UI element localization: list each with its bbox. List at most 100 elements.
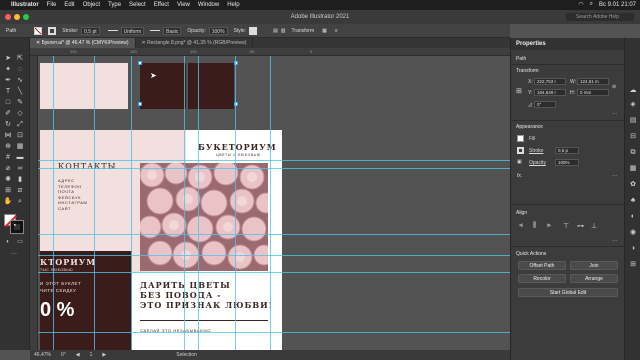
recolor-button[interactable]: Recolor: [518, 274, 566, 283]
guide-vertical[interactable]: [184, 56, 185, 350]
align-bottom-icon[interactable]: ⊥: [591, 222, 597, 230]
opacity-field[interactable]: 100%: [208, 26, 228, 35]
edit-toolbar-icon[interactable]: ···: [9, 250, 19, 259]
free-transform-tool-icon[interactable]: ⊡: [15, 131, 25, 140]
contacts-title[interactable]: КОНТАКТЫ: [58, 162, 117, 171]
shape-builder-tool-icon[interactable]: ⊕: [3, 142, 13, 151]
variable-width-dropdown[interactable]: Uniform: [120, 26, 145, 35]
gradient-tool-icon[interactable]: ▬: [15, 153, 25, 162]
align-more-icon[interactable]: ···: [612, 238, 617, 244]
zoom-level[interactable]: 46,47%: [34, 352, 51, 358]
tab-rectangle[interactable]: ✕ Rectangle 8.png* @ 41,35 % (RGB/Previe…: [136, 38, 254, 48]
angle-field[interactable]: 0°: [534, 101, 556, 108]
guide-horizontal[interactable]: [38, 255, 510, 256]
stroke-color-box[interactable]: [10, 220, 24, 234]
artboard-tool-icon[interactable]: ⊞: [3, 186, 13, 195]
guide-vertical[interactable]: [270, 56, 271, 350]
menu-select[interactable]: Select: [129, 2, 146, 8]
scale-tool-icon[interactable]: ⤢: [15, 120, 25, 129]
fill-label[interactable]: Fill: [529, 136, 535, 142]
menu-edit[interactable]: Edit: [64, 2, 74, 8]
opacity-panel-field[interactable]: 100%: [555, 159, 579, 166]
align-vcenter-icon[interactable]: ⊶: [577, 222, 584, 230]
align-icon-2[interactable]: ▥: [281, 28, 286, 34]
menu-file[interactable]: File: [47, 2, 57, 8]
shaper-tool-icon[interactable]: ✐: [3, 109, 13, 118]
style-swatch[interactable]: [249, 26, 258, 35]
selection-handle[interactable]: [138, 102, 142, 106]
guide-vertical[interactable]: [198, 56, 199, 350]
guide-horizontal[interactable]: [38, 160, 510, 161]
screen-mode-icon[interactable]: ▭: [15, 238, 25, 247]
hand-tool-icon[interactable]: ✋: [3, 197, 13, 206]
status-search-icon[interactable]: ⌕: [590, 1, 593, 8]
constrain-proportions-icon[interactable]: ⊘: [612, 84, 616, 90]
brown-rectangle-top-1[interactable]: [140, 63, 186, 109]
fill-swatch[interactable]: [34, 26, 43, 35]
stroke-weight-field[interactable]: 0,5 pt: [81, 26, 100, 35]
artboard-nav-prev-icon[interactable]: ◀: [76, 352, 80, 358]
guide-vertical[interactable]: [53, 56, 54, 350]
arrange-button[interactable]: Arrange: [570, 274, 618, 283]
menu-type[interactable]: Type: [108, 2, 121, 8]
symbols-icon[interactable]: ♣: [628, 196, 638, 206]
fx-button[interactable]: fx.: [517, 173, 522, 179]
eyedropper-tool-icon[interactable]: ⌀: [3, 164, 13, 173]
eraser-tool-icon[interactable]: ◇: [15, 109, 25, 118]
lasso-tool-icon[interactable]: ◌: [15, 65, 25, 74]
help-search-input[interactable]: Search Adobe Help: [566, 13, 634, 21]
selection-tool-icon[interactable]: ➤: [3, 54, 13, 63]
guide-horizontal[interactable]: [38, 272, 510, 273]
start-global-edit-button[interactable]: Start Global Edit: [518, 288, 618, 297]
line-tool-icon[interactable]: ╲: [15, 87, 25, 96]
guide-vertical[interactable]: [131, 56, 132, 350]
menu-object[interactable]: Object: [83, 2, 100, 8]
x-field[interactable]: 222,753 r: [534, 78, 566, 85]
w-field[interactable]: 124,51 m: [577, 78, 609, 85]
reference-point-icon[interactable]: ⊞: [516, 87, 522, 95]
align-icon[interactable]: ▤: [273, 28, 278, 34]
draw-mode-icon[interactable]: ◐: [3, 238, 13, 247]
stroke-weight-panel-field[interactable]: 0,5 p: [555, 147, 579, 154]
brand-subtitle[interactable]: ЦВЕТЫ С ЛЮБОВЬЮ: [216, 153, 261, 157]
layers-icon[interactable]: ◈: [628, 100, 638, 110]
align-panel-icon[interactable]: ⊞: [628, 260, 638, 270]
opacity-label-panel[interactable]: Opacity: [529, 160, 546, 166]
selection-handle[interactable]: [138, 61, 142, 65]
brown-rectangle-top-2[interactable]: [188, 63, 234, 109]
stroke-swatch[interactable]: [48, 26, 57, 35]
zoom-tool-icon[interactable]: ⌕: [15, 197, 25, 206]
fill-swatch-panel[interactable]: [517, 135, 524, 142]
graphic-styles-icon[interactable]: ◐: [628, 212, 638, 222]
h-field[interactable]: 0 mm: [577, 89, 609, 96]
properties-panel-title[interactable]: Properties: [511, 38, 624, 50]
guide-horizontal[interactable]: [38, 332, 510, 333]
align-right-icon[interactable]: ⫸: [547, 222, 551, 230]
assets-icon[interactable]: ⧉: [628, 148, 638, 158]
rotation-angle[interactable]: 0°: [61, 352, 66, 358]
cc-libraries-icon[interactable]: ▤: [628, 116, 638, 126]
menu-app-name[interactable]: Illustrator: [11, 2, 39, 8]
pen-tool-icon[interactable]: ✒: [3, 76, 13, 85]
guide-horizontal[interactable]: [38, 234, 510, 235]
control-menu-icon[interactable]: ≡: [335, 28, 338, 34]
menubar-clock[interactable]: Вс 9.01 21:07: [599, 2, 636, 8]
mesh-tool-icon[interactable]: #: [3, 153, 13, 162]
isolate-icon[interactable]: ▦: [322, 28, 327, 34]
appearance-icon[interactable]: ◉: [628, 228, 638, 238]
artboards-icon[interactable]: ⊟: [628, 132, 638, 142]
menu-help[interactable]: Help: [227, 2, 239, 8]
swatches-icon[interactable]: ▦: [628, 164, 638, 174]
stroke-swatch-panel[interactable]: [517, 147, 524, 154]
rotate-tool-icon[interactable]: ↻: [3, 120, 13, 129]
guide-vertical[interactable]: [94, 56, 95, 350]
horizontal-ruler[interactable]: 200 150 100 50 0: [30, 48, 510, 56]
slice-tool-icon[interactable]: ⧄: [15, 186, 25, 195]
artboard-nav-next-icon[interactable]: ▶: [102, 352, 106, 358]
symbol-sprayer-tool-icon[interactable]: ✺: [3, 175, 13, 184]
perspective-grid-tool-icon[interactable]: ▦: [15, 142, 25, 151]
headline[interactable]: ДАРИТЬ ЦВЕТЫ БЕЗ ПОВОДА - ЭТО ПРИЗНАК ЛЮ…: [140, 280, 273, 310]
transparency-icon[interactable]: ◑: [628, 244, 638, 254]
transform-link[interactable]: Transform: [292, 28, 315, 34]
align-left-icon[interactable]: ⫷: [519, 222, 523, 230]
